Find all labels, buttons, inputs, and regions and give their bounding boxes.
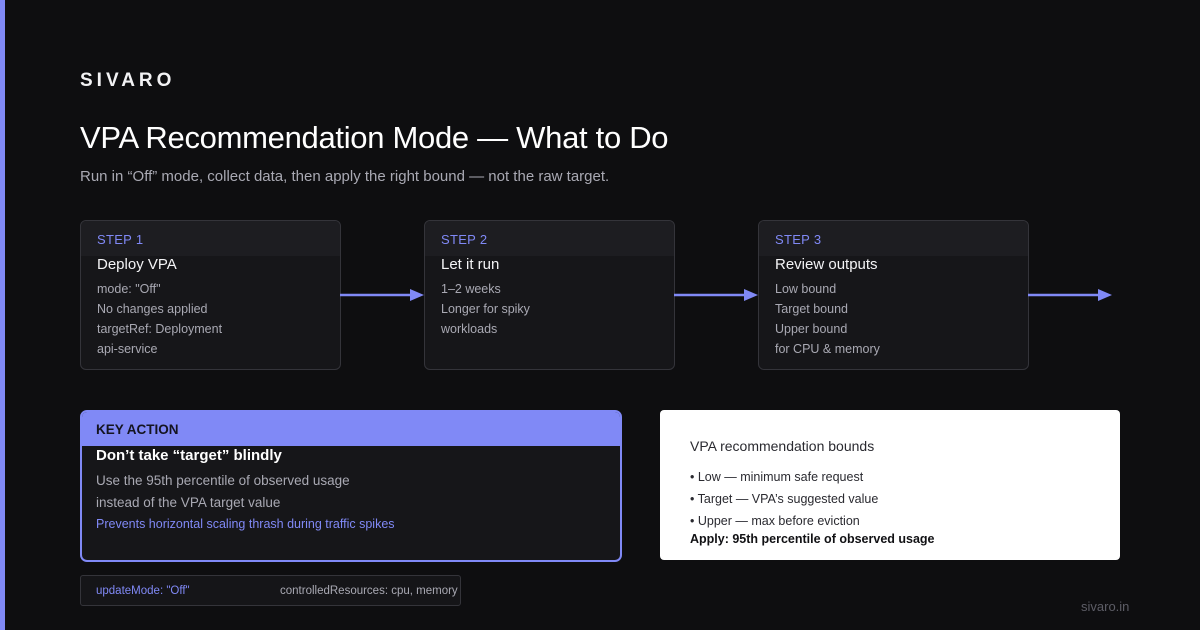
step-detail-line: Low bound (775, 282, 837, 296)
step-title: Let it run (441, 256, 500, 273)
arrow-step1-to-step2 (340, 289, 424, 301)
step-label: STEP 3 (775, 232, 822, 247)
step-detail-line: Longer for spiky (441, 302, 530, 316)
accent-bar (0, 0, 5, 630)
step-detail-line: Target bound (775, 302, 848, 316)
code-controlled-resources: controlledResources: cpu, memory (280, 585, 458, 597)
arrow-head-icon (1098, 289, 1112, 301)
bounds-item: • Low — minimum safe request (690, 470, 864, 484)
key-action-line: instead of the VPA target value (96, 495, 281, 510)
step-card-3: STEP 3 Review outputs Low bound Target b… (758, 220, 1029, 370)
step-detail-line: No changes applied (97, 302, 208, 316)
key-action-note: Prevents horizontal scaling thrash durin… (96, 517, 395, 531)
key-action-line: Use the 95th percentile of observed usag… (96, 473, 350, 488)
footer-url: sivaro.in (1081, 599, 1130, 614)
step-detail-line: 1–2 weeks (441, 282, 501, 296)
step-details: 1–2 weeks Longer for spiky workloads (441, 279, 530, 339)
step-detail-line: targetRef: Deployment (97, 322, 223, 336)
brand-logo: SIVARO (80, 70, 176, 91)
key-action-card: KEY ACTION Don’t take “target” blindly U… (80, 410, 622, 562)
bounds-apply: Apply: 95th percentile of observed usage (690, 532, 935, 546)
bounds-item: • Target — VPA’s suggested value (690, 492, 879, 506)
key-action-title: Don’t take “target” blindly (96, 447, 282, 464)
page-title: VPA Recommendation Mode — What to Do (80, 120, 669, 155)
bounds-card: VPA recommendation bounds • Low — minimu… (660, 410, 1120, 560)
arrow-step2-to-step3 (674, 289, 758, 301)
bounds-item: • Upper — max before eviction (690, 514, 860, 528)
step-title: Deploy VPA (97, 256, 177, 273)
code-snippet: updateMode: "Off" controlledResources: c… (80, 575, 461, 606)
bounds-title: VPA recommendation bounds (690, 438, 875, 454)
code-update-mode: updateMode: "Off" (96, 585, 190, 597)
step-detail-line: mode: "Off" (97, 282, 161, 296)
step-detail-line: for CPU & memory (775, 342, 880, 356)
page-subtitle: Run in “Off” mode, collect data, then ap… (80, 168, 610, 185)
step-label: STEP 1 (97, 232, 144, 247)
step-title: Review outputs (775, 256, 878, 273)
bounds-list: • Low — minimum safe request • Target — … (690, 466, 878, 532)
arrow-step3-out (1028, 289, 1112, 301)
step-detail-line: Upper bound (775, 322, 848, 336)
step-details: mode: "Off" No changes applied targetRef… (97, 279, 222, 359)
step-detail-line: api-service (97, 342, 158, 356)
step-detail-line: workloads (441, 322, 498, 336)
step-details: Low bound Target bound Upper bound for C… (775, 279, 880, 359)
arrow-head-icon (744, 289, 758, 301)
step-label: STEP 2 (441, 232, 488, 247)
key-action-label: KEY ACTION (96, 422, 179, 437)
arrow-head-icon (410, 289, 424, 301)
step-card-2: STEP 2 Let it run 1–2 weeks Longer for s… (424, 220, 675, 370)
step-card-1: STEP 1 Deploy VPA mode: "Off" No changes… (80, 220, 341, 370)
